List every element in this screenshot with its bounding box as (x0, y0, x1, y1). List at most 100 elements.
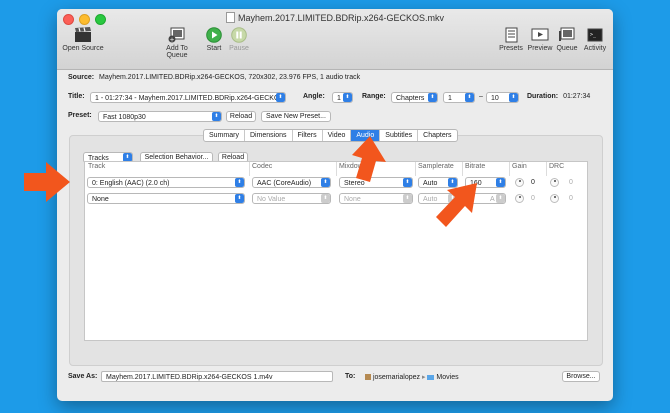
document-icon (225, 12, 235, 23)
drc-value-row1: 0 (569, 179, 573, 186)
window-title-text: Mayhem.2017.LIMITED.BDRip.x264-GECKOS.mk… (237, 13, 445, 23)
chevron-updown-icon: ⬍ (428, 93, 437, 102)
pause-button[interactable]: Pause (228, 27, 250, 52)
drc-knob-row2[interactable] (550, 194, 559, 203)
svg-text:>_: >_ (590, 32, 597, 38)
chevron-updown-icon: ⬍ (465, 93, 474, 102)
presets-label: Presets (499, 45, 523, 52)
range-to-select[interactable]: 10 ⬍ (486, 92, 519, 103)
range-from-select[interactable]: 1 ⬍ (443, 92, 475, 103)
preset-reload-button[interactable]: Reload (226, 111, 256, 122)
bitrate-value-row2: A (490, 196, 495, 203)
activity-label: Activity (583, 45, 607, 52)
header-drc: DRC (549, 163, 565, 170)
play-icon (205, 27, 223, 43)
title-bar: Mayhem.2017.LIMITED.BDRip.x264-GECKOS.mk… (57, 9, 613, 70)
folder-icon (427, 375, 435, 380)
codec-select-row2[interactable]: No Value ⬍ (252, 193, 331, 204)
presets-button[interactable]: Presets (497, 27, 525, 52)
column-divider (509, 162, 510, 176)
angle-label: Angle: (303, 93, 325, 100)
header-samplerate: Samplerate (418, 163, 454, 170)
open-source-button[interactable]: Open Source (61, 27, 105, 52)
path-separator: ▸ (422, 374, 426, 381)
title-label: Title: (68, 93, 85, 100)
start-label: Start (206, 45, 222, 52)
preview-label: Preview (527, 45, 553, 52)
tab-dimensions[interactable]: Dimensions (245, 130, 293, 141)
browse-button[interactable]: Browse... (562, 371, 600, 382)
svg-text:+: + (169, 36, 174, 43)
queue-button[interactable]: Queue (555, 27, 579, 52)
handbrake-window: Mayhem.2017.LIMITED.BDRip.x264-GECKOS.mk… (57, 9, 613, 401)
column-divider (249, 162, 250, 176)
pause-label: Pause (229, 45, 249, 52)
chevron-updown-icon: ⬍ (496, 194, 505, 203)
chevron-updown-icon: ⬍ (212, 112, 221, 121)
add-to-queue-icon: + (168, 27, 186, 43)
gain-value-row2: 0 (531, 195, 535, 202)
range-type-select[interactable]: Chapters ⬍ (391, 92, 438, 103)
open-source-label: Open Source (62, 45, 104, 52)
duration-row: Duration: 01:27:34 (527, 93, 590, 100)
save-filename-field[interactable]: Mayhem.2017.LIMITED.BDRip.x264-GECKOS 1.… (101, 371, 333, 382)
mixdown-value-row2: None (344, 196, 361, 203)
chevron-updown-icon: ⬍ (343, 93, 352, 102)
activity-icon: >_ (586, 27, 604, 43)
audio-tracks-table: Track Codec Mixdown Samplerate Bitrate G… (84, 161, 588, 341)
clapperboard-icon (74, 27, 92, 43)
preset-select-value: Fast 1080p30 (103, 114, 146, 121)
header-bitrate: Bitrate (465, 163, 486, 170)
window-title: Mayhem.2017.LIMITED.BDRip.x264-GECKOS.mk… (57, 12, 613, 23)
gain-knob-row1[interactable] (515, 178, 524, 187)
home-icon (365, 374, 371, 380)
preview-icon (531, 27, 549, 43)
save-as-label: Save As: (68, 373, 98, 380)
main-content: Source: Mayhem.2017.LIMITED.BDRip.x264-G… (57, 70, 613, 401)
preview-button[interactable]: Preview (527, 27, 553, 52)
annotation-arrow-diagonal-icon (436, 183, 477, 227)
column-divider (415, 162, 416, 176)
track-value-row1: 0: English (AAC) (2.0 ch) (92, 180, 170, 187)
save-new-preset-button[interactable]: Save New Preset... (261, 111, 331, 122)
preset-select[interactable]: Fast 1080p30 ⬍ (98, 111, 222, 122)
track-select-row1[interactable]: 0: English (AAC) (2.0 ch) ⬍ (87, 177, 245, 188)
track-select-row2[interactable]: None ⬍ (87, 193, 245, 204)
mixdown-select-row2[interactable]: None ⬍ (339, 193, 413, 204)
angle-select-value: 1 (337, 95, 341, 102)
chevron-updown-icon: ⬍ (509, 93, 518, 102)
source-label: Source: (68, 74, 95, 81)
title-select-value: 1 - 01:27:34 - Mayhem.2017.LIMITED.BDRip… (95, 95, 285, 102)
drc-knob-row1[interactable] (550, 178, 559, 187)
column-divider (336, 162, 337, 176)
chevron-updown-icon: ⬍ (321, 178, 330, 187)
duration-label: Duration: (527, 93, 559, 100)
column-divider (546, 162, 547, 176)
gain-knob-row2[interactable] (515, 194, 524, 203)
annotation-arrow-up-icon (352, 136, 386, 182)
tab-chapters[interactable]: Chapters (418, 130, 456, 141)
queue-icon (558, 27, 576, 43)
tab-bar: Summary Dimensions Filters Video Audio S… (203, 129, 458, 142)
gain-value-row1: 0 (531, 179, 535, 186)
codec-value-row2: No Value (257, 196, 286, 203)
annotation-arrow-right-icon (24, 162, 70, 202)
path-folder: Movies (436, 374, 459, 381)
source-row: Source: Mayhem.2017.LIMITED.BDRip.x264-G… (68, 74, 360, 81)
column-divider (462, 162, 463, 176)
add-to-queue-label: Add To Queue (166, 45, 188, 59)
queue-label: Queue (556, 45, 578, 52)
drc-value-row2: 0 (569, 195, 573, 202)
chevron-updown-icon: ⬍ (403, 194, 412, 203)
codec-select-row1[interactable]: AAC (CoreAudio) ⬍ (252, 177, 331, 188)
range-separator: – (479, 93, 483, 100)
tab-filters[interactable]: Filters (293, 130, 323, 141)
angle-select[interactable]: 1 ⬍ (332, 92, 353, 103)
add-to-queue-button[interactable]: + Add To Queue (155, 27, 199, 59)
range-label: Range: (362, 93, 386, 100)
start-button[interactable]: Start (203, 27, 225, 52)
chevron-updown-icon: ⬍ (235, 178, 244, 187)
tab-summary[interactable]: Summary (204, 130, 245, 141)
activity-button[interactable]: >_ Activity (581, 27, 609, 52)
title-select[interactable]: 1 - 01:27:34 - Mayhem.2017.LIMITED.BDRip… (90, 92, 286, 103)
